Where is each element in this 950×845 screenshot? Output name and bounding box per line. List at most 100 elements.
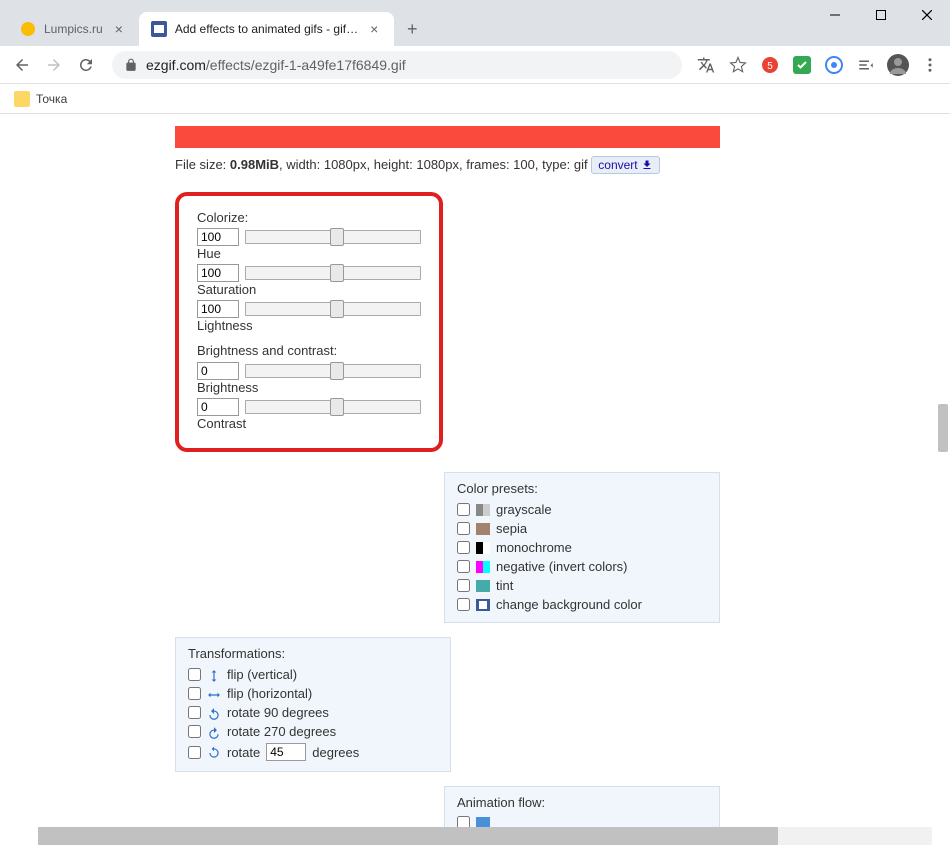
minimize-button[interactable] xyxy=(812,0,858,30)
preset-sepia-checkbox[interactable] xyxy=(457,522,470,535)
close-icon[interactable]: × xyxy=(366,21,382,37)
close-window-button[interactable] xyxy=(904,0,950,30)
tint-icon xyxy=(476,580,490,592)
bc-header: Brightness and contrast: xyxy=(197,343,421,358)
contrast-input[interactable] xyxy=(197,398,239,416)
preset-grayscale-checkbox[interactable] xyxy=(457,503,470,516)
saturation-input[interactable] xyxy=(197,264,239,282)
brightness-slider[interactable] xyxy=(245,364,421,378)
contrast-slider[interactable] xyxy=(245,400,421,414)
url-box[interactable]: ezgif.com/effects/ezgif-1-a49fe17f6849.g… xyxy=(112,51,682,79)
bookmark-item[interactable]: Точка xyxy=(36,92,67,106)
ext-icon-4[interactable] xyxy=(854,53,878,77)
preset-negative-checkbox[interactable] xyxy=(457,560,470,573)
preset-tint-checkbox[interactable] xyxy=(457,579,470,592)
rot-custom-icon xyxy=(207,746,221,758)
bookmarks-bar: Точка xyxy=(0,84,950,114)
preset-sepia: sepia xyxy=(457,519,707,538)
translate-icon[interactable] xyxy=(694,53,718,77)
animflow-panel: Animation flow: xyxy=(444,786,720,827)
horizontal-scrollbar-thumb[interactable] xyxy=(38,827,778,845)
animflow-icon xyxy=(476,817,490,828)
ext-icon-3[interactable] xyxy=(822,53,846,77)
vertical-scrollbar-thumb[interactable] xyxy=(938,404,948,452)
convert-button[interactable]: convert xyxy=(591,156,660,174)
close-icon[interactable]: × xyxy=(111,21,127,37)
hue-label: Hue xyxy=(197,246,421,261)
rot90-icon xyxy=(207,707,221,719)
rot-degrees-input[interactable] xyxy=(266,743,306,761)
lightness-label: Lightness xyxy=(197,318,421,333)
flip-v-checkbox[interactable] xyxy=(188,668,201,681)
profile-avatar[interactable] xyxy=(886,53,910,77)
monochrome-icon xyxy=(476,542,490,554)
menu-icon[interactable] xyxy=(918,53,942,77)
transform-flip-v: flip (vertical) xyxy=(188,665,438,684)
favicon-lumpics xyxy=(20,21,36,37)
transform-rot270: rotate 270 degrees xyxy=(188,722,438,741)
grayscale-icon xyxy=(476,504,490,516)
forward-button[interactable] xyxy=(40,51,68,79)
rot270-icon xyxy=(207,726,221,738)
content-scroll[interactable]: File size: 0.98MiB, width: 1080px, heigh… xyxy=(0,114,950,827)
favicon-ezgif xyxy=(151,21,167,37)
file-info: File size: 0.98MiB, width: 1080px, heigh… xyxy=(175,156,950,174)
flip-h-checkbox[interactable] xyxy=(188,687,201,700)
transform-rot90: rotate 90 degrees xyxy=(188,703,438,722)
new-tab-button[interactable]: + xyxy=(398,15,426,43)
reload-button[interactable] xyxy=(72,51,100,79)
contrast-label: Contrast xyxy=(197,416,421,431)
transforms-title: Transformations: xyxy=(188,646,438,661)
sepia-icon xyxy=(476,523,490,535)
lightness-input[interactable] xyxy=(197,300,239,318)
tab-label: Add effects to animated gifs - gif… xyxy=(175,22,358,36)
colorize-panel: Colorize: Hue Saturation Lightness Brigh… xyxy=(175,192,443,452)
tab-label: Lumpics.ru xyxy=(44,22,103,36)
brightness-input[interactable] xyxy=(197,362,239,380)
transforms-panel: Transformations: flip (vertical) flip (h… xyxy=(175,637,451,772)
hue-slider[interactable] xyxy=(245,230,421,244)
lock-icon xyxy=(124,58,138,72)
animflow-row xyxy=(457,814,707,827)
preset-monochrome-checkbox[interactable] xyxy=(457,541,470,554)
addressbar: ezgif.com/effects/ezgif-1-a49fe17f6849.g… xyxy=(0,46,950,84)
titlebar: Lumpics.ru × Add effects to animated gif… xyxy=(0,0,950,46)
lightness-slider[interactable] xyxy=(245,302,421,316)
tab-lumpics[interactable]: Lumpics.ru × xyxy=(8,12,139,46)
hue-input[interactable] xyxy=(197,228,239,246)
rot-custom-checkbox[interactable] xyxy=(188,746,201,759)
transform-flip-h: flip (horizontal) xyxy=(188,684,438,703)
negative-icon xyxy=(476,561,490,573)
flip-v-icon xyxy=(207,669,221,681)
window-controls xyxy=(812,0,950,30)
transform-rot-custom: rotate degrees xyxy=(188,741,438,763)
star-icon[interactable] xyxy=(726,53,750,77)
flip-h-icon xyxy=(207,688,221,700)
svg-text:5: 5 xyxy=(767,61,773,72)
back-button[interactable] xyxy=(8,51,36,79)
preset-bgcolor: change background color xyxy=(457,595,707,614)
saturation-label: Saturation xyxy=(197,282,421,297)
toolbar-icons: 5 xyxy=(694,53,942,77)
presets-panel: Color presets: grayscale sepia monochrom… xyxy=(444,472,720,623)
saturation-slider[interactable] xyxy=(245,266,421,280)
tab-ezgif[interactable]: Add effects to animated gifs - gif… × xyxy=(139,12,394,46)
url-text: ezgif.com/effects/ezgif-1-a49fe17f6849.g… xyxy=(146,57,406,73)
folder-icon xyxy=(14,91,30,107)
preset-negative: negative (invert colors) xyxy=(457,557,707,576)
preset-tint: tint xyxy=(457,576,707,595)
colorize-header: Colorize: xyxy=(197,210,421,225)
ext-icon-1[interactable]: 5 xyxy=(758,53,782,77)
preset-monochrome: monochrome xyxy=(457,538,707,557)
bgcolor-icon xyxy=(476,599,490,611)
horizontal-scrollbar[interactable] xyxy=(38,827,932,845)
rot270-checkbox[interactable] xyxy=(188,725,201,738)
preset-bgcolor-checkbox[interactable] xyxy=(457,598,470,611)
animflow-checkbox[interactable] xyxy=(457,816,470,827)
brightness-label: Brightness xyxy=(197,380,421,395)
ext-icon-2[interactable] xyxy=(790,53,814,77)
rot90-checkbox[interactable] xyxy=(188,706,201,719)
animflow-title: Animation flow: xyxy=(457,795,707,810)
content-area: File size: 0.98MiB, width: 1080px, heigh… xyxy=(0,114,950,827)
maximize-button[interactable] xyxy=(858,0,904,30)
